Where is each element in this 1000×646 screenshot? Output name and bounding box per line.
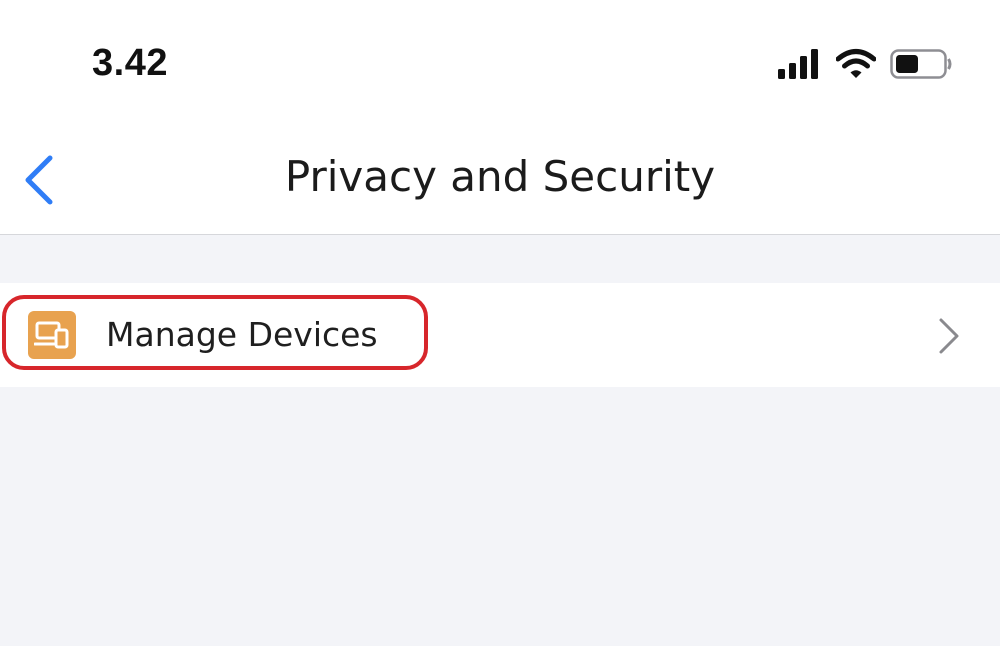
status-time: 3.42	[92, 42, 168, 84]
list-item-manage-devices[interactable]: Manage Devices	[0, 283, 1000, 387]
chevron-right-icon	[939, 318, 959, 354]
devices-icon	[28, 311, 76, 359]
signal-icon	[778, 49, 818, 79]
navigation-bar: Privacy and Security	[0, 130, 1000, 235]
list-item-label: Manage Devices	[106, 315, 378, 354]
page-title: Privacy and Security	[284, 152, 716, 201]
wifi-icon	[836, 49, 876, 78]
battery-icon	[890, 49, 952, 79]
status-bar: 3.42	[0, 0, 1000, 130]
status-icons	[778, 46, 952, 82]
